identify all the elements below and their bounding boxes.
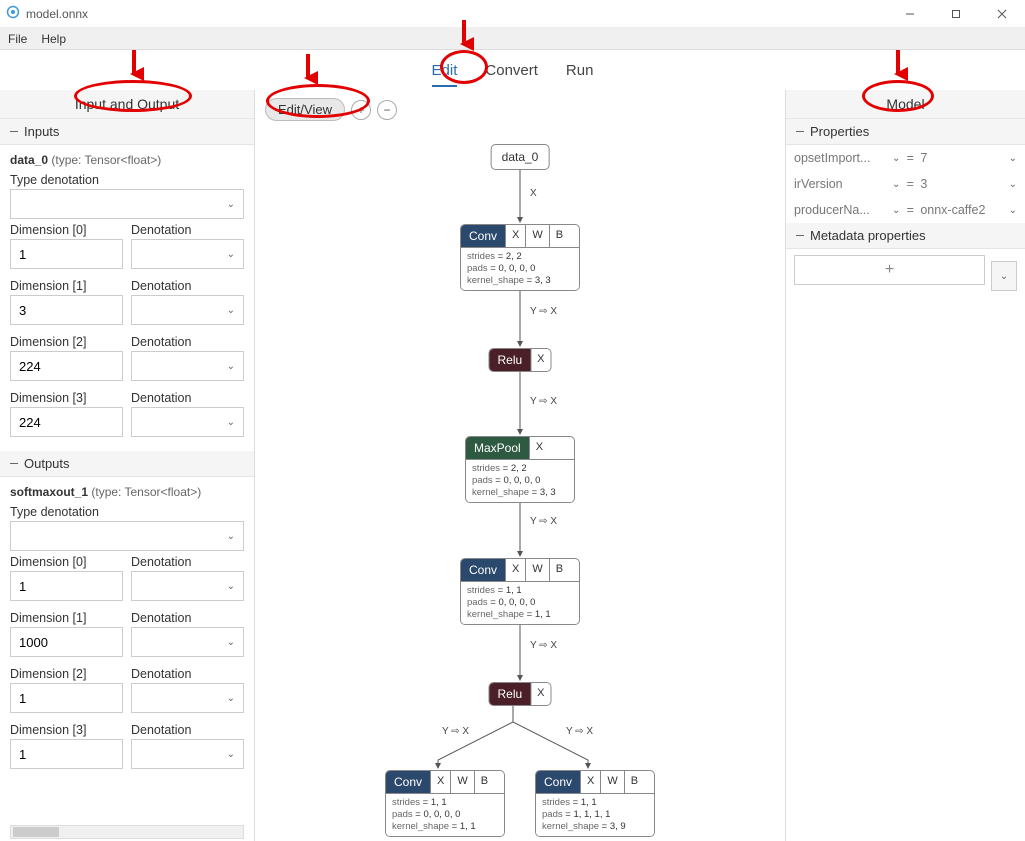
edge-label: Y ⇨ X: [528, 516, 559, 527]
collapse-icon: [796, 131, 804, 132]
property-value[interactable]: onnx-caffe2⌄: [920, 203, 1017, 217]
denotation-select[interactable]: ⌄: [131, 627, 244, 657]
type-denotation-select[interactable]: ⌄: [10, 521, 244, 551]
edge-label: Y ⇨ X: [564, 726, 595, 737]
inputs-header[interactable]: Inputs: [0, 119, 254, 145]
property-name[interactable]: producerNa...⌄: [794, 203, 900, 217]
horizontal-scrollbar[interactable]: [10, 825, 244, 839]
maximize-button[interactable]: [933, 0, 979, 28]
main-tabs: Edit Convert Run: [0, 50, 1025, 90]
output-dim-input[interactable]: [10, 627, 123, 657]
tab-convert[interactable]: Convert: [483, 58, 540, 83]
menu-help[interactable]: Help: [41, 32, 66, 46]
node-conv-left[interactable]: Conv X W B strides = 1, 1 pads = 0, 0, 0…: [385, 770, 505, 837]
node-conv-2[interactable]: Conv X W B strides = 1, 1 pads = 0, 0, 0…: [460, 558, 580, 625]
denotation-select[interactable]: ⌄: [131, 683, 244, 713]
edge-label: Y ⇨ X: [440, 726, 471, 737]
input-dim-label: Dimension [1]: [10, 279, 123, 293]
output-dim-label: Dimension [2]: [10, 667, 123, 681]
property-name[interactable]: irVersion⌄: [794, 177, 900, 191]
denotation-select[interactable]: ⌄: [131, 295, 244, 325]
property-row: producerNa...⌄=onnx-caffe2⌄: [786, 197, 1025, 223]
denotation-select[interactable]: ⌄: [131, 739, 244, 769]
left-panel: Input and Output Inputs data_0 (type: Te…: [0, 90, 255, 841]
node-relu-1[interactable]: ReluX: [488, 348, 551, 372]
denotation-label: Denotation: [131, 391, 244, 405]
collapse-icon: [10, 463, 18, 464]
collapse-icon: [796, 235, 804, 236]
outputs-header[interactable]: Outputs: [0, 451, 254, 477]
property-name[interactable]: opsetImport...⌄: [794, 151, 900, 165]
node-relu-2[interactable]: ReluX: [488, 682, 551, 706]
output-tensor-row: softmaxout_1 (type: Tensor<float>): [10, 485, 244, 499]
edge-label: Y ⇨ X: [528, 396, 559, 407]
property-row: irVersion⌄=3⌄: [786, 171, 1025, 197]
denotation-label: Denotation: [131, 223, 244, 237]
node-conv-1[interactable]: Conv X W B strides = 2, 2 pads = 0, 0, 0…: [460, 224, 580, 291]
properties-header[interactable]: Properties: [786, 119, 1025, 145]
input-dim-input[interactable]: [10, 295, 123, 325]
output-dim-label: Dimension [1]: [10, 611, 123, 625]
denotation-label: Denotation: [131, 723, 244, 737]
right-panel-title: Model: [786, 90, 1025, 119]
denotation-label: Denotation: [131, 667, 244, 681]
menu-file[interactable]: File: [8, 32, 27, 46]
property-value[interactable]: 7⌄: [920, 151, 1017, 165]
input-dim-input[interactable]: [10, 407, 123, 437]
node-maxpool[interactable]: MaxPoolX strides = 2, 2 pads = 0, 0, 0, …: [465, 436, 575, 503]
node-conv-right[interactable]: Conv X W B strides = 1, 1 pads = 1, 1, 1…: [535, 770, 655, 837]
edge-label: Y ⇨ X: [528, 306, 559, 317]
output-dim-input[interactable]: [10, 739, 123, 769]
window-title: model.onnx: [26, 7, 88, 21]
output-dim-label: Dimension [0]: [10, 555, 123, 569]
output-dim-input[interactable]: [10, 683, 123, 713]
output-dim-label: Dimension [3]: [10, 723, 123, 737]
edit-view-toggle[interactable]: Edit/View: [265, 98, 345, 121]
right-panel: Model Properties opsetImport...⌄=7⌄irVer…: [785, 90, 1025, 841]
type-denotation-label: Type denotation: [10, 505, 244, 519]
input-dim-label: Dimension [3]: [10, 391, 123, 405]
zoom-out-button[interactable]: −: [377, 100, 397, 120]
add-metadata-button[interactable]: +: [794, 255, 985, 285]
denotation-select[interactable]: ⌄: [131, 571, 244, 601]
tab-run[interactable]: Run: [564, 58, 596, 83]
close-button[interactable]: [979, 0, 1025, 28]
denotation-select[interactable]: ⌄: [131, 407, 244, 437]
graph-canvas[interactable]: Edit/View + − data_0 X Conv: [255, 90, 785, 841]
menubar: File Help: [0, 28, 1025, 50]
input-dim-input[interactable]: [10, 239, 123, 269]
denotation-label: Denotation: [131, 555, 244, 569]
input-dim-label: Dimension [2]: [10, 335, 123, 349]
type-denotation-label: Type denotation: [10, 173, 244, 187]
denotation-select[interactable]: ⌄: [131, 351, 244, 381]
property-row: opsetImport...⌄=7⌄: [786, 145, 1025, 171]
app-icon: [6, 5, 20, 22]
minimize-button[interactable]: [887, 0, 933, 28]
left-panel-title: Input and Output: [0, 90, 254, 119]
zoom-in-button[interactable]: +: [351, 100, 371, 120]
node-data-0[interactable]: data_0: [491, 144, 550, 170]
input-dim-label: Dimension [0]: [10, 223, 123, 237]
type-denotation-select[interactable]: ⌄: [10, 189, 244, 219]
property-value[interactable]: 3⌄: [920, 177, 1017, 191]
denotation-label: Denotation: [131, 611, 244, 625]
input-tensor-row: data_0 (type: Tensor<float>): [10, 153, 244, 167]
metadata-header[interactable]: Metadata properties: [786, 223, 1025, 249]
denotation-label: Denotation: [131, 335, 244, 349]
collapse-icon: [10, 131, 18, 132]
edge-label: X: [528, 188, 539, 199]
metadata-dropdown-button[interactable]: ⌄: [991, 261, 1017, 291]
input-dim-input[interactable]: [10, 351, 123, 381]
output-dim-input[interactable]: [10, 571, 123, 601]
denotation-label: Denotation: [131, 279, 244, 293]
denotation-select[interactable]: ⌄: [131, 239, 244, 269]
titlebar: model.onnx: [0, 0, 1025, 28]
tab-edit[interactable]: Edit: [430, 58, 460, 83]
edge-label: Y ⇨ X: [528, 640, 559, 651]
